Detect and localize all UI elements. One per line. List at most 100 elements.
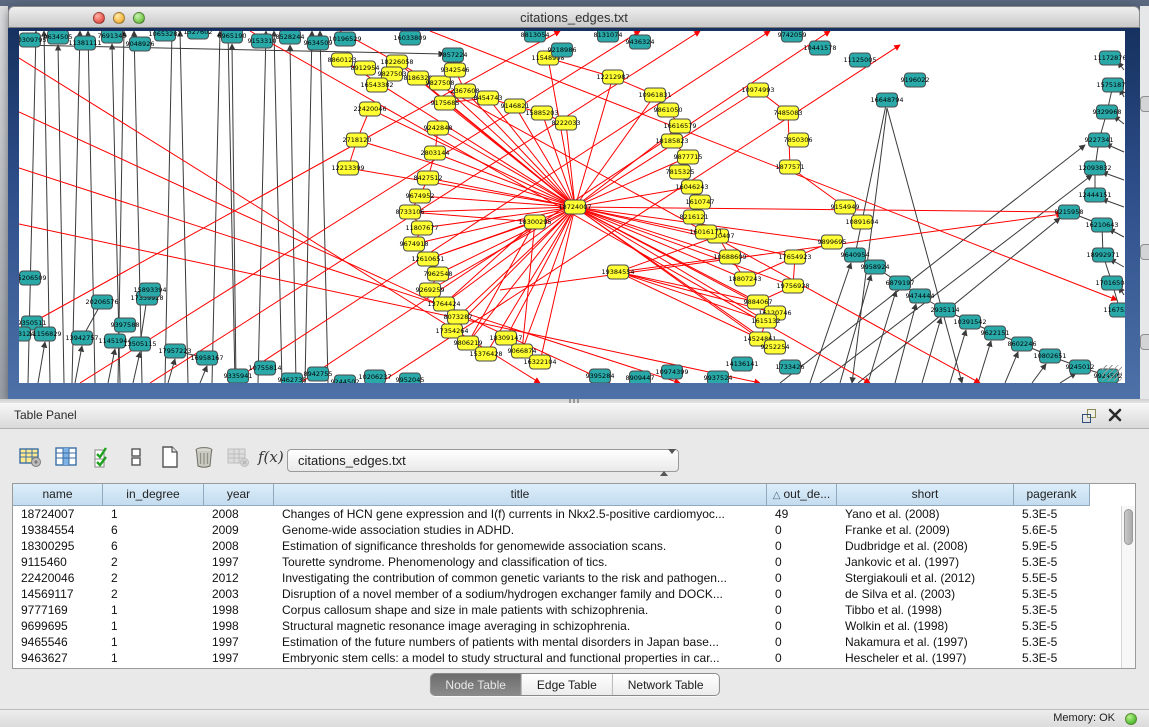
graph-node[interactable]: 9622151 bbox=[981, 326, 1010, 340]
graph-node[interactable]: 8454743 bbox=[474, 91, 503, 105]
delete-icon[interactable] bbox=[190, 443, 218, 471]
table-cell[interactable]: 1 bbox=[103, 650, 204, 666]
graph-node[interactable]: 9397588 bbox=[111, 318, 140, 332]
graph-node[interactable]: 9640954 bbox=[841, 248, 870, 262]
graph-edge[interactable] bbox=[575, 187, 692, 207]
network-canvas[interactable]: 1872400718300295193845548860123891295418… bbox=[19, 31, 1125, 383]
graph-node[interactable]: 9154949 bbox=[831, 200, 860, 214]
graph-node[interactable]: 9952045 bbox=[396, 373, 425, 383]
graph-edge[interactable] bbox=[212, 31, 220, 383]
table-cell[interactable]: 2 bbox=[103, 570, 204, 586]
canvas-resize-grip[interactable] bbox=[1102, 365, 1122, 381]
graph-node[interactable]: 9674952 bbox=[406, 189, 435, 203]
graph-edge[interactable] bbox=[575, 95, 655, 207]
table-cell[interactable]: 5.3E-5 bbox=[1014, 586, 1090, 602]
graph-node[interactable]: 11172876 bbox=[1093, 51, 1125, 65]
show-columns-icon[interactable] bbox=[52, 443, 80, 471]
graph-node[interactable]: 16648794 bbox=[870, 93, 903, 107]
graph-node[interactable]: 9937524 bbox=[704, 371, 733, 383]
graph-edge[interactable] bbox=[108, 349, 115, 383]
table-cell[interactable]: 5.3E-5 bbox=[1014, 634, 1090, 650]
graph-node[interactable]: 8427512 bbox=[414, 171, 443, 185]
graph-node[interactable]: 8909447 bbox=[626, 371, 655, 383]
graph-node[interactable]: 10755814 bbox=[248, 361, 281, 375]
graph-edge[interactable] bbox=[575, 207, 1069, 212]
graph-node[interactable]: 9395284 bbox=[586, 369, 615, 383]
table-cell[interactable]: 1 bbox=[103, 618, 204, 634]
graph-node[interactable]: 10196529 bbox=[328, 32, 361, 46]
table-cell[interactable]: 0 bbox=[767, 602, 837, 618]
graph-node[interactable]: 6879197 bbox=[886, 276, 915, 290]
graph-node[interactable]: 7691345 bbox=[98, 31, 127, 43]
graph-edge[interactable] bbox=[978, 341, 991, 383]
graph-edge[interactable] bbox=[575, 157, 688, 207]
graph-node[interactable]: 18992971 bbox=[1086, 248, 1119, 262]
table-cell[interactable]: Changes of HCN gene expression and I(f) … bbox=[274, 506, 767, 522]
table-cell[interactable]: 9115460 bbox=[13, 554, 103, 570]
rows-icon[interactable] bbox=[122, 443, 150, 471]
table-cell[interactable]: Stergiakouli et al. (2012) bbox=[837, 570, 1014, 586]
graph-node[interactable]: 8222033 bbox=[552, 116, 581, 130]
table-cell[interactable]: Wolkin et al. (1998) bbox=[837, 618, 1014, 634]
graph-edge[interactable] bbox=[258, 31, 266, 383]
vertical-scrollbar[interactable] bbox=[1121, 506, 1135, 668]
table-cell[interactable]: 0 bbox=[767, 634, 837, 650]
graph-edge[interactable] bbox=[895, 304, 916, 383]
table-cell[interactable]: 2008 bbox=[204, 506, 274, 522]
graph-node[interactable]: 7962548 bbox=[424, 267, 453, 281]
graph-node[interactable]: 2935114 bbox=[931, 303, 960, 317]
graph-node[interactable]: 10974993 bbox=[741, 83, 774, 97]
table-cell[interactable]: 5.3E-5 bbox=[1014, 618, 1090, 634]
graph-node[interactable]: 9218986 bbox=[548, 43, 577, 57]
window-titlebar[interactable]: citations_edges.txt bbox=[8, 6, 1140, 28]
graph-edge[interactable] bbox=[840, 275, 871, 383]
graph-node[interactable]: 11807677 bbox=[405, 221, 438, 235]
table-cell[interactable]: 5.9E-5 bbox=[1014, 538, 1090, 554]
table-cell[interactable]: 9777169 bbox=[13, 602, 103, 618]
table-cell[interactable]: 6 bbox=[103, 538, 204, 554]
table-cell[interactable]: Disruption of a novel member of a sodium… bbox=[274, 586, 767, 602]
table-row[interactable]: 1456911722003Disruption of a novel membe… bbox=[13, 586, 1121, 602]
column-header-short[interactable]: short bbox=[837, 484, 1014, 506]
graph-node[interactable]: 10802651 bbox=[1033, 349, 1066, 363]
graph-node[interactable]: 9462735 bbox=[278, 373, 307, 383]
graph-node[interactable]: 13505115 bbox=[123, 337, 156, 351]
graph-edge[interactable] bbox=[540, 207, 575, 362]
graph-node[interactable]: 9899695 bbox=[818, 235, 847, 249]
graph-node[interactable]: 16046243 bbox=[675, 180, 708, 194]
graph-edge[interactable] bbox=[1032, 364, 1046, 383]
table-cell[interactable]: Tibbo et al. (1998) bbox=[837, 602, 1014, 618]
graph-node[interactable]: 16616579 bbox=[663, 119, 696, 133]
memory-status-dot[interactable] bbox=[1125, 713, 1137, 725]
graph-node[interactable]: 18185823 bbox=[655, 134, 688, 148]
table-cell[interactable]: 1997 bbox=[204, 634, 274, 650]
graph-node[interactable]: 7850306 bbox=[784, 133, 813, 147]
graph-node[interactable]: 19384554 bbox=[601, 265, 634, 279]
table-row[interactable]: 1938455462009Genome-wide association stu… bbox=[13, 522, 1121, 538]
graph-node[interactable]: 11156829 bbox=[28, 327, 61, 341]
graph-node[interactable]: 20206576 bbox=[85, 295, 118, 309]
table-cell[interactable]: 1997 bbox=[204, 650, 274, 666]
table-cell[interactable]: 14569117 bbox=[13, 586, 103, 602]
table-cell[interactable]: 0 bbox=[767, 554, 837, 570]
table-cell[interactable]: 5.3E-5 bbox=[1014, 602, 1090, 618]
table-cell[interactable]: Corpus callosum shape and size in male p… bbox=[274, 602, 767, 618]
graph-node[interactable]: 7857224 bbox=[439, 48, 468, 62]
graph-edge[interactable] bbox=[500, 214, 1062, 290]
graph-node[interactable]: 8528244 bbox=[276, 31, 305, 44]
table-cell[interactable]: 9463627 bbox=[13, 650, 103, 666]
graph-node[interactable]: 18309147 bbox=[489, 331, 522, 345]
graph-node[interactable]: 1527602 bbox=[184, 31, 213, 39]
table-cell[interactable]: 1998 bbox=[204, 602, 274, 618]
graph-node[interactable]: 25206509 bbox=[19, 271, 47, 285]
graph-node[interactable]: 12213399 bbox=[331, 161, 364, 175]
graph-edge[interactable] bbox=[19, 224, 760, 383]
table-cell[interactable]: 1 bbox=[103, 634, 204, 650]
graph-node[interactable]: 10961831 bbox=[638, 88, 671, 102]
table-row[interactable]: 1872400712008Changes of HCN gene express… bbox=[13, 506, 1121, 522]
new-document-icon[interactable] bbox=[156, 443, 184, 471]
graph-node[interactable]: 18300295 bbox=[518, 215, 551, 229]
graph-node[interactable]: 7815325 bbox=[666, 165, 695, 179]
graph-edge[interactable] bbox=[320, 31, 328, 383]
table-cell[interactable]: Hescheler et al. (1997) bbox=[837, 650, 1014, 666]
